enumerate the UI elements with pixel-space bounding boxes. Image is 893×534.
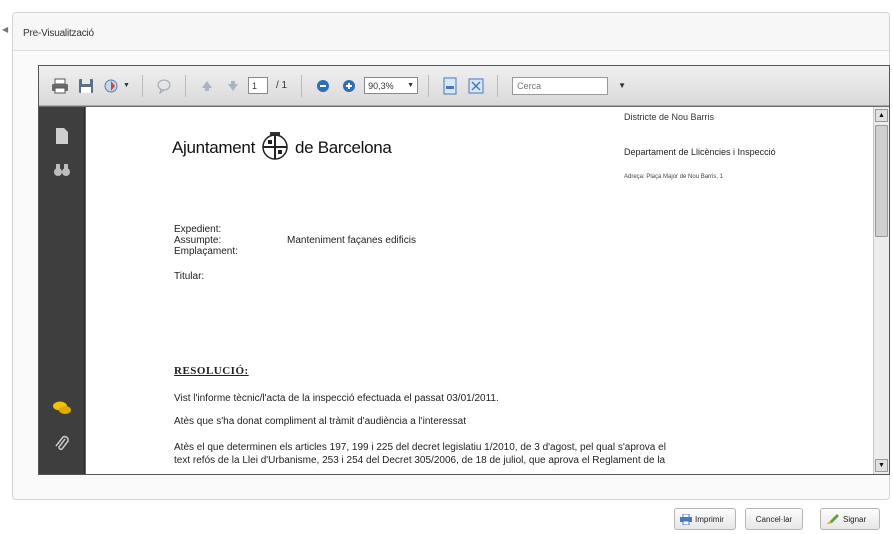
ajuntament-logo: Ajuntament de Barcelona: [172, 129, 392, 166]
toolbar-divider: [428, 74, 430, 97]
address: Adreça: Plaça Major de Nou Barris, 1: [624, 174, 724, 180]
next-page-icon[interactable]: [222, 75, 244, 97]
field-value-assumpte: Manteniment façanes edificis: [287, 235, 416, 246]
print-icon[interactable]: [49, 75, 71, 97]
viewer-sidebar: [39, 107, 85, 474]
pages-icon[interactable]: [51, 125, 73, 147]
panel-header: Pre-Visualització: [13, 13, 889, 51]
zoom-select[interactable]: 90,3% ▼: [364, 77, 419, 94]
paragraph: text refós de la Llei d'Urbanisme, 253 i…: [174, 455, 666, 466]
export-dropdown-icon[interactable]: ▼: [123, 82, 130, 89]
field-label-titular: Titular:: [174, 271, 205, 282]
pdf-toolbar: ▼ / 1 90,3% ▼ ▼: [39, 66, 889, 106]
search-dropdown-icon[interactable]: ▼: [618, 81, 626, 90]
scroll-up-icon[interactable]: ▲: [875, 109, 888, 122]
printer-icon: [680, 513, 692, 525]
field-label-expedient: Expedient:: [174, 224, 222, 235]
toolbar-divider: [497, 74, 499, 97]
logo-text-right: de Barcelona: [295, 137, 392, 157]
export-icon[interactable]: [101, 75, 123, 97]
sign-button[interactable]: Signar: [820, 508, 880, 530]
barcelona-coat-of-arms-icon: [261, 129, 289, 166]
print-button[interactable]: Imprimir: [674, 508, 736, 530]
toolbar-divider: [141, 74, 143, 97]
paragraph: Atès el que determinen els articles 197,…: [174, 442, 666, 453]
department-name: Departament de Llicències i Inspecció: [624, 147, 776, 157]
pen-icon: [827, 513, 839, 524]
page-total: / 1: [275, 80, 288, 91]
zoom-out-icon[interactable]: [312, 75, 334, 97]
attachment-icon[interactable]: [51, 433, 73, 455]
vertical-scrollbar[interactable]: ▲ ▼: [873, 107, 889, 474]
fit-page-icon[interactable]: [439, 75, 461, 97]
panel-title: Pre-Visualització: [23, 28, 94, 39]
pdf-viewer: ▼ / 1 90,3% ▼ ▼: [38, 65, 890, 475]
sign-button-label: Signar: [843, 514, 867, 524]
comments-icon[interactable]: [51, 397, 73, 419]
logo-text-left: Ajuntament: [172, 137, 255, 157]
print-button-label: Imprimir: [695, 514, 724, 524]
comment-icon[interactable]: [153, 75, 175, 97]
toolbar-divider: [301, 74, 303, 97]
save-icon[interactable]: [75, 75, 97, 97]
scroll-thumb[interactable]: [875, 125, 888, 237]
cancel-button-label: Cancel·lar: [755, 514, 793, 524]
previous-page-icon[interactable]: [196, 75, 218, 97]
district-name: Districte de Nou Barris: [624, 112, 715, 122]
fit-width-icon[interactable]: [465, 75, 487, 97]
cancel-button[interactable]: Cancel·lar: [745, 508, 803, 530]
zoom-in-icon[interactable]: [338, 75, 360, 97]
resolution-heading: RESOLUCIÓ:: [174, 365, 249, 377]
zoom-value: 90,3%: [368, 80, 394, 91]
search-input[interactable]: [512, 76, 609, 95]
document-page: Ajuntament de Barcelona Districte de Nou…: [86, 107, 873, 474]
binoculars-icon[interactable]: [51, 159, 73, 181]
scroll-down-icon[interactable]: ▼: [875, 459, 888, 472]
field-label-emplacament: Emplaçament:: [174, 246, 238, 257]
field-label-assumpte: Assumpte:: [174, 235, 222, 246]
page-number-input[interactable]: [247, 77, 268, 94]
chevron-down-icon: ▼: [407, 82, 415, 89]
toolbar-divider: [184, 74, 186, 97]
paragraph: Vist l'informe tècnic/l'acta de la inspe…: [174, 393, 499, 404]
collapse-arrow-icon[interactable]: ◀: [2, 25, 8, 34]
paragraph: Atès que s'ha donat compliment al tràmit…: [174, 416, 466, 427]
